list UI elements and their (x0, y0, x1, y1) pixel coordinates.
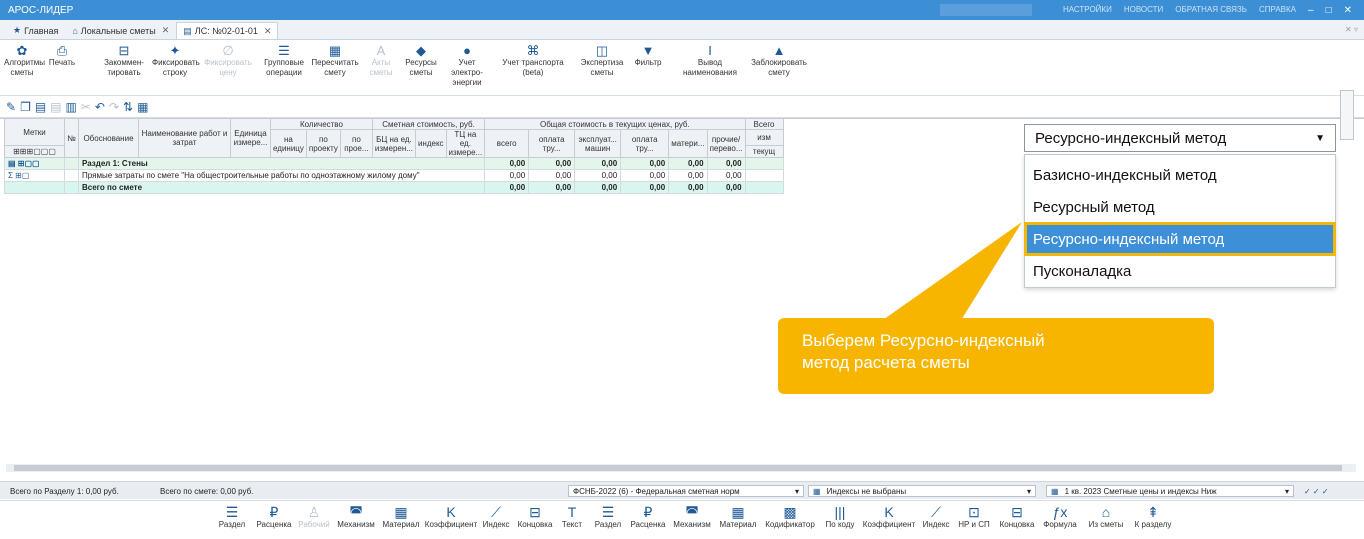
tutorial-callout: Выберем Ресурсно-индексный метод расчета… (778, 318, 1214, 394)
insert-toolbar: ☰ Раздел ₽ Расценка ♙ Рабочий ◚ Механизм ▦ Ма… (0, 500, 1364, 539)
insert-rate-button[interactable]: ₽ Расценка (254, 504, 294, 529)
check-icons[interactable]: ✓ ✓ ✓ (1300, 485, 1333, 497)
ruble-icon: ₽ (269, 504, 279, 520)
section-total: Всего по Разделу 1: 0,00 руб. (10, 486, 119, 496)
go-to-section-button[interactable]: ⇞ К разделу (1130, 504, 1176, 529)
codifier-icon: ▩ (783, 504, 797, 520)
ending-icon: ⊟ (529, 504, 541, 520)
k-icon: K (884, 504, 894, 520)
bricks-icon: ▦ (394, 504, 408, 520)
insert-rate-2-button[interactable]: ₽ Расценка (628, 504, 668, 529)
layers-icon: ☰ (225, 504, 239, 520)
insert-mechanism-button[interactable]: ◚ Механизм (334, 504, 378, 529)
text-icon: T (567, 504, 577, 520)
callout-line-1: Выберем Ресурсно-индексный (802, 331, 1045, 350)
norm-base-select[interactable]: ФСНБ-2022 (6) - Федеральная сметная норм… (568, 485, 804, 497)
chevron-down-icon: ▾ (794, 486, 799, 496)
insert-ending-button[interactable]: ⊟ Концовка (514, 504, 556, 529)
estimate-total: Всего по смете: 0,00 руб. (160, 486, 254, 496)
insert-overhead-button[interactable]: ⊡ НР и СП (954, 504, 994, 529)
ending-icon: ⊟ (1011, 504, 1023, 520)
callout-tail (880, 222, 1022, 322)
indexes-select[interactable]: ▦ Индексы не выбраны ▾ (808, 485, 1036, 497)
prices-select[interactable]: ▦ 1 кв. 2023 Сметные цены и индексы Ниж ▾ (1046, 485, 1294, 497)
worker-icon: ♙ (307, 504, 321, 520)
insert-index-2-button[interactable]: ⟋ Индекс (920, 504, 952, 529)
barcode-icon: ||| (834, 504, 846, 520)
scroll-thumb[interactable] (14, 465, 1342, 471)
horizontal-scrollbar[interactable] (6, 464, 1356, 472)
insert-formula-button[interactable]: ƒx Формула (1040, 504, 1080, 529)
chevron-down-icon: ▾ (1026, 486, 1031, 496)
car-icon: ◚ (685, 504, 699, 520)
insert-by-code-button[interactable]: ||| По коду (820, 504, 860, 529)
insert-worker-button[interactable]: ♙ Рабочий (296, 504, 332, 529)
insert-ending-2-button[interactable]: ⊟ Концовка (996, 504, 1038, 529)
arrow-up-icon: ⇞ (1147, 504, 1159, 520)
insert-from-estimate-button[interactable]: ⌂ Из сметы (1084, 504, 1128, 529)
insert-text-button[interactable]: T Текст (558, 504, 586, 529)
status-bar: Всего по Разделу 1: 0,00 руб. Всего по с… (0, 481, 1364, 499)
insert-coefficient-button[interactable]: K Коэффициент (424, 504, 478, 529)
insert-mechanism-2-button[interactable]: ◚ Механизм (670, 504, 714, 529)
insert-material-button[interactable]: ▦ Материал (380, 504, 422, 529)
grid-icon: ▦ (813, 486, 821, 496)
function-icon: ƒx (1052, 504, 1068, 520)
insert-section-button[interactable]: ☰ Раздел (214, 504, 250, 529)
bricks-icon: ▦ (731, 504, 745, 520)
callout-line-2: метод расчета сметы (802, 353, 970, 372)
insert-codifier-button[interactable]: ▩ Кодификатор (762, 504, 818, 529)
car-icon: ◚ (349, 504, 363, 520)
insert-section-2-button[interactable]: ☰ Раздел (590, 504, 626, 529)
insert-coefficient-2-button[interactable]: K Коэффициент (862, 504, 916, 529)
chevron-down-icon: ▾ (1284, 486, 1289, 496)
grid-icon: ▦ (1051, 486, 1059, 496)
insert-index-button[interactable]: ⟋ Индекс (480, 504, 512, 529)
overhead-icon: ⊡ (968, 504, 980, 520)
import-icon: ⌂ (1101, 504, 1111, 520)
k-icon: K (446, 504, 456, 520)
layers-icon: ☰ (601, 504, 615, 520)
chart-icon: ⟋ (491, 504, 501, 520)
ruble-icon: ₽ (643, 504, 653, 520)
insert-material-2-button[interactable]: ▦ Материал (716, 504, 760, 529)
chart-icon: ⟋ (931, 504, 941, 520)
